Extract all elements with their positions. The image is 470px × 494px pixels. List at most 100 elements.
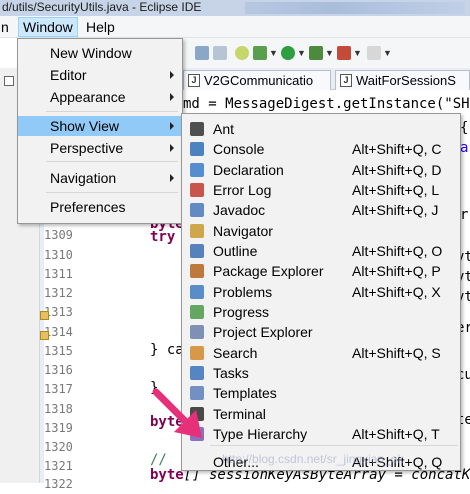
menu-item-shortcut: Alt+Shift+Q, D bbox=[352, 162, 442, 178]
toolbar-button-icon[interactable] bbox=[367, 46, 381, 60]
menu-item-preferences[interactable]: Preferences bbox=[18, 197, 182, 217]
tab-waitforsession[interactable]: J WaitForSessionS bbox=[335, 70, 470, 90]
menu-item-appearance[interactable]: Appearance bbox=[18, 87, 182, 107]
package-explorer-icon bbox=[190, 264, 204, 278]
menu-item-label: Package Explorer bbox=[213, 263, 324, 279]
menu-item-label: Outline bbox=[213, 243, 258, 259]
toolbar-button-icon[interactable] bbox=[213, 46, 227, 60]
menu-help[interactable]: Help bbox=[82, 17, 119, 37]
code-fragment: { bbox=[460, 120, 469, 136]
menu-item-perspective[interactable]: Perspective bbox=[18, 138, 182, 158]
menu-item-navigation[interactable]: Navigation bbox=[18, 168, 182, 188]
submenu-arrow-icon bbox=[170, 93, 174, 101]
menu-item-label: Declaration bbox=[213, 162, 284, 178]
line-number: 1320 bbox=[44, 440, 73, 454]
menu-item-shortcut: Alt+Shift+Q, O bbox=[352, 243, 443, 259]
window-title: d/utils/SecurityUtils.java - Eclipse IDE bbox=[2, 0, 202, 14]
menu-item-show-view[interactable]: Show View bbox=[18, 116, 182, 136]
external-tools-icon[interactable] bbox=[337, 46, 351, 60]
menu-item-new-window[interactable]: New Window bbox=[18, 43, 182, 63]
menu-separator bbox=[46, 161, 178, 162]
menu-item-error-log[interactable]: Error Log Alt+Shift+Q, L bbox=[182, 180, 460, 200]
ant-icon bbox=[190, 122, 204, 136]
project-explorer-icon bbox=[190, 325, 204, 339]
dropdown-arrow-icon[interactable]: ▼ bbox=[353, 48, 362, 58]
menu-item-type-hierarchy[interactable]: Type Hierarchy Alt+Shift+Q, T bbox=[182, 424, 460, 444]
java-file-icon: J bbox=[188, 74, 200, 87]
line-number: 1309 bbox=[44, 228, 73, 242]
toolbar: ▼ ▼ ▼ ▼ ▼ bbox=[183, 38, 470, 68]
menu-item-navigator[interactable]: Navigator bbox=[182, 221, 460, 241]
line-number: 1319 bbox=[44, 421, 73, 435]
line-number: 1311 bbox=[44, 267, 73, 281]
debug-icon[interactable] bbox=[309, 46, 323, 60]
code-fragment[interactable]: try bbox=[150, 227, 175, 247]
menu-separator bbox=[46, 111, 178, 112]
menu-item-shortcut: Alt+Shift+Q, J bbox=[352, 202, 439, 218]
toolbar-button-icon[interactable] bbox=[235, 46, 249, 60]
menu-item-outline[interactable]: Outline Alt+Shift+Q, O bbox=[182, 241, 460, 261]
toolbar-button-icon[interactable] bbox=[253, 46, 267, 60]
line-number: 1312 bbox=[44, 286, 73, 300]
window-menu: New Window Editor Appearance Show View P… bbox=[17, 38, 183, 224]
menu-item-tasks[interactable]: Tasks bbox=[182, 363, 460, 383]
menu-item-project-explorer[interactable]: Project Explorer bbox=[182, 322, 460, 342]
line-number: 1310 bbox=[44, 248, 73, 262]
menu-item-search[interactable]: Search Alt+Shift+Q, S bbox=[182, 343, 460, 363]
warning-marker-icon[interactable] bbox=[40, 331, 49, 340]
javadoc-icon bbox=[190, 203, 204, 217]
dropdown-arrow-icon[interactable]: ▼ bbox=[297, 48, 306, 58]
menu-item-shortcut: Alt+Shift+Q, X bbox=[352, 284, 441, 300]
navigator-icon bbox=[190, 224, 204, 238]
title-bar-blurred-region bbox=[245, 2, 465, 14]
line-number: 1317 bbox=[44, 382, 73, 396]
menu-window[interactable]: Window bbox=[18, 17, 78, 37]
menu-item-shortcut: Alt+Shift+Q, L bbox=[352, 182, 440, 198]
line-number: 1322 bbox=[44, 477, 73, 491]
declaration-icon bbox=[190, 163, 204, 177]
menu-item-label: Navigator bbox=[213, 223, 273, 239]
dropdown-arrow-icon[interactable]: ▼ bbox=[325, 48, 334, 58]
dropdown-arrow-icon[interactable]: ▼ bbox=[269, 48, 278, 58]
line-number: 1314 bbox=[44, 325, 73, 339]
menu-item-shortcut: Alt+Shift+Q, P bbox=[352, 263, 441, 279]
line-number: 1321 bbox=[44, 459, 73, 473]
menu-separator bbox=[46, 192, 178, 193]
tasks-icon bbox=[190, 366, 204, 380]
menu-item-label: Search bbox=[213, 345, 258, 361]
line-number: 1313 bbox=[44, 305, 73, 319]
warning-marker-icon[interactable] bbox=[40, 311, 49, 320]
menu-item-progress[interactable]: Progress bbox=[182, 302, 460, 322]
menu-item-javadoc[interactable]: Javadoc Alt+Shift+Q, J bbox=[182, 200, 460, 220]
submenu-arrow-icon bbox=[170, 122, 174, 130]
run-icon[interactable] bbox=[281, 46, 295, 60]
view-tab-icon[interactable] bbox=[4, 76, 14, 86]
submenu-arrow-icon bbox=[170, 71, 174, 79]
line-number: 1318 bbox=[44, 402, 73, 416]
menu-item-label: Type Hierarchy bbox=[213, 426, 308, 442]
code-fragment[interactable]: } ca bbox=[150, 340, 184, 360]
tab-v2gcommunication[interactable]: J V2GCommunicatio bbox=[183, 70, 331, 90]
menu-item-declaration[interactable]: Declaration Alt+Shift+Q, D bbox=[182, 160, 460, 180]
menu-item-console[interactable]: Console Alt+Shift+Q, C bbox=[182, 139, 460, 159]
menu-item-shortcut: Alt+Shift+Q, C bbox=[352, 141, 442, 157]
menu-item-package-explorer[interactable]: Package Explorer Alt+Shift+Q, P bbox=[182, 261, 460, 281]
code-line[interactable]: md = MessageDigest.getInstance("SHA bbox=[183, 94, 470, 114]
menu-item-problems[interactable]: Problems Alt+Shift+Q, X bbox=[182, 282, 460, 302]
menu-separator bbox=[210, 445, 458, 446]
line-number: 1316 bbox=[44, 363, 73, 377]
menu-item-label: Ant bbox=[213, 121, 235, 137]
menu-item-ant[interactable]: Ant bbox=[182, 119, 460, 139]
java-file-icon: J bbox=[340, 74, 352, 87]
search-icon bbox=[190, 346, 204, 360]
toolbar-button-icon[interactable] bbox=[195, 46, 209, 60]
menu-run[interactable]: n bbox=[0, 17, 13, 37]
menu-item-terminal[interactable]: Terminal bbox=[182, 404, 460, 424]
code-keyword: byte bbox=[150, 467, 184, 483]
submenu-arrow-icon bbox=[170, 144, 174, 152]
menu-item-editor[interactable]: Editor bbox=[18, 65, 182, 85]
menu-item-templates[interactable]: Templates bbox=[182, 383, 460, 403]
dropdown-arrow-icon[interactable]: ▼ bbox=[383, 48, 392, 58]
line-number: 1315 bbox=[44, 344, 73, 358]
menu-item-shortcut: Alt+Shift+Q, S bbox=[352, 345, 441, 361]
